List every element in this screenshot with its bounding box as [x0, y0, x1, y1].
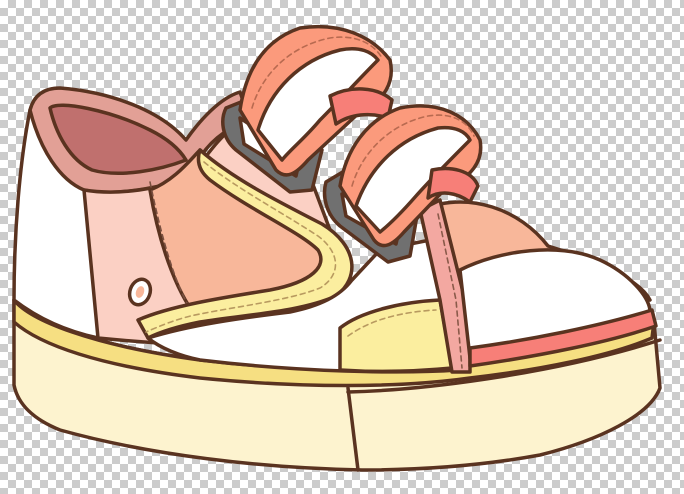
sneaker-illustration [12, 24, 662, 472]
transparent-background [0, 0, 684, 494]
